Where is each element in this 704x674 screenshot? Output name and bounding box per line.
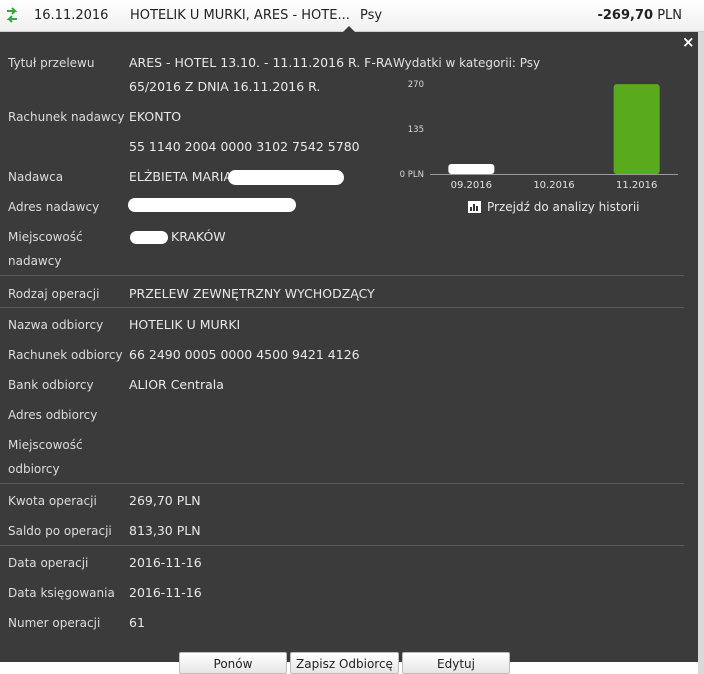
redaction-mark [130,231,168,244]
title-label: Tytuł przelewu [8,56,95,70]
operation-type-value: PRZELEW ZEWNĘTRZNY WYCHODZĄCY [129,286,375,301]
y-tick-label: 270 [408,80,424,90]
close-icon[interactable]: × [682,35,695,50]
transaction-amount: -269,70 PLN [597,8,682,23]
operation-date-value: 2016-11-16 [129,555,202,570]
transaction-title: HOTELIK U MURKI, ARES - HOTE... [130,8,350,23]
y-tick-label: 135 [408,125,424,135]
recipient-bank-label: Bank odbiorcy [8,378,94,392]
history-analysis-label: Przejdź do analizy historii [487,200,640,214]
sender-city-label-line1: Miejscowość [8,230,83,244]
recipient-bank-value: ALIOR Centrala [129,377,224,392]
balance-value: 813,30 PLN [129,523,201,538]
x-tick-label: 09.2016 [451,180,492,191]
sender-address-label: Adres nadawcy [8,200,100,214]
operation-date-label: Data operacji [8,556,89,570]
bar-09.2016 [448,164,495,174]
operation-number-value: 61 [129,615,145,630]
balance-label: Saldo po operacji [8,524,112,538]
x-tick-label: 10.2016 [533,180,574,191]
divider [0,545,684,546]
chart-title: Wydatki w kategorii: Psy [393,56,541,70]
redaction-mark [128,198,296,212]
sender-city-label-line2: nadawcy [8,254,62,268]
redaction-mark [228,170,344,185]
chart-svg: 0 PLN 135 270 09.2016 10.2016 11.2016 [400,80,678,191]
transaction-date: 16.11.2016 [34,8,109,23]
repeat-button[interactable]: Ponów [179,652,287,674]
divider [0,307,684,308]
sender-account-number: 55 1140 2004 0000 3102 7542 5780 [129,139,360,154]
recipient-name-value: HOTELIK U MURKI [129,317,241,332]
title-value-line2: 65/2016 Z DNIA 16.11.2016 R. [129,79,321,94]
sender-account-label: Rachunek nadawcy [8,110,125,124]
sender-label: Nadawca [8,170,64,184]
history-analysis-link[interactable]: Przejdź do analizy historii [468,200,640,214]
bar-chart-icon [468,201,481,213]
amount-currency: PLN [657,8,682,23]
divider [0,483,684,484]
operation-number-label: Numer operacji [8,616,101,630]
sender-value: ELŻBIETA MARIA [129,169,233,184]
amount-label: Kwota operacji [8,494,97,508]
recipient-city-label-line2: odbiorcy [8,462,60,476]
transfer-arrows-icon [6,7,18,23]
save-recipient-button[interactable]: Zapisz Odbiorcę [290,652,399,674]
sender-city-value: KRAKÓW [171,229,226,244]
x-tick-label: 11.2016 [616,180,657,191]
amount-value: -269,70 [597,8,654,23]
bar-11.2016 [613,84,660,174]
divider [0,275,684,276]
booking-date-value: 2016-11-16 [129,585,202,600]
y-tick-label: 0 PLN [400,170,424,180]
transaction-category: Psy [360,8,383,23]
recipient-account-label: Rachunek odbiorcy [8,348,123,362]
recipient-name-label: Nazwa odbiorcy [8,318,104,332]
recipient-account-value: 66 2490 0005 0000 4500 9421 4126 [129,347,360,362]
sender-account-name: EKONTO [129,109,182,124]
operation-type-label: Rodzaj operacji [8,287,100,301]
transaction-row-header[interactable]: 16.11.2016 HOTELIK U MURKI, ARES - HOTE.… [0,0,704,32]
panel-right-edge [698,32,704,674]
category-spending-chart: 0 PLN 135 270 09.2016 10.2016 11.2016 [378,76,688,196]
amount-detail-value: 269,70 PLN [129,493,201,508]
recipient-address-label: Adres odbiorcy [8,408,98,422]
booking-date-label: Data księgowania [8,586,115,600]
edit-button[interactable]: Edytuj [402,652,510,674]
title-value-line1: ARES - HOTEL 13.10. - 11.11.2016 R. F-RA [129,55,393,70]
recipient-city-label-line1: Miejscowość [8,438,83,452]
